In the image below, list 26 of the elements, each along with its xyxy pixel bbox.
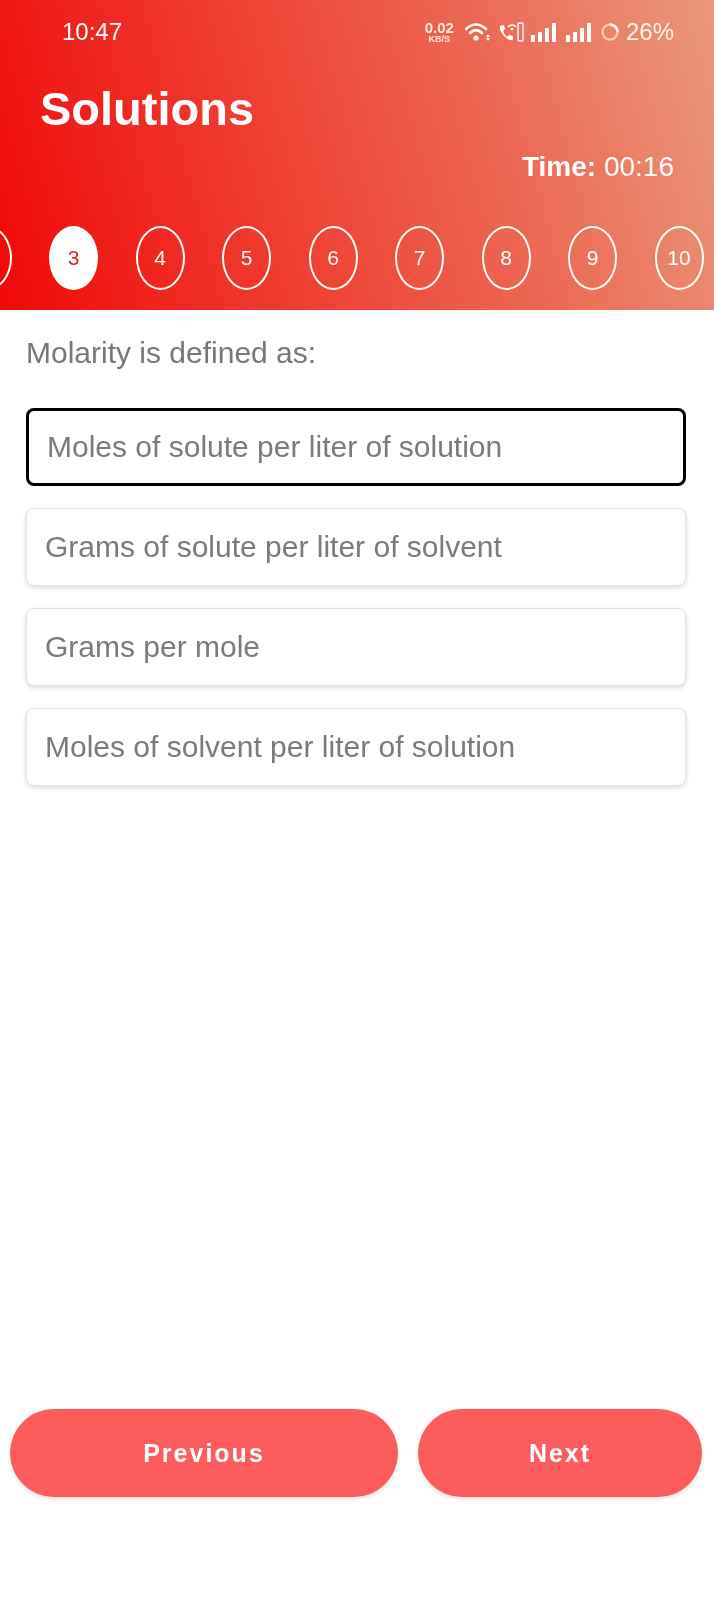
- question-number-bubble[interactable]: 7: [395, 226, 444, 290]
- network-speed-unit: KB/S: [428, 35, 451, 44]
- signal-icon: [530, 22, 559, 42]
- previous-button[interactable]: Previous: [10, 1409, 398, 1497]
- page-title: Solutions: [40, 82, 255, 136]
- signal-icon: [565, 22, 594, 42]
- answer-option[interactable]: Moles of solvent per liter of solution: [26, 708, 686, 786]
- question-text: Molarity is defined as:: [26, 336, 317, 370]
- timer-text: Time: 00:16: [521, 150, 674, 184]
- wifi-calling-icon: [497, 22, 524, 42]
- question-number-bubble[interactable]: 9: [568, 226, 617, 290]
- question-number-bubble[interactable]: 10: [654, 226, 704, 290]
- battery-ring-icon: [600, 23, 619, 41]
- wifi-icon: [464, 22, 491, 42]
- answer-option[interactable]: Moles of solute per liter of solution: [26, 408, 686, 486]
- question-number-bubble[interactable]: 5: [222, 226, 271, 290]
- question-number-bubble[interactable]: 8: [481, 226, 531, 290]
- question-number-bubble[interactable]: 6: [308, 226, 358, 290]
- answer-option[interactable]: Grams per mole: [26, 608, 686, 686]
- answer-option[interactable]: Grams of solute per liter of solvent: [26, 508, 686, 586]
- question-number-bubble[interactable]: 3: [49, 226, 98, 290]
- status-time: 10:47: [62, 18, 123, 46]
- network-speed: 0.02: [424, 20, 454, 35]
- battery-percent: 26%: [625, 18, 674, 46]
- next-button[interactable]: Next: [418, 1409, 702, 1497]
- question-number-bubble[interactable]: 4: [135, 226, 185, 290]
